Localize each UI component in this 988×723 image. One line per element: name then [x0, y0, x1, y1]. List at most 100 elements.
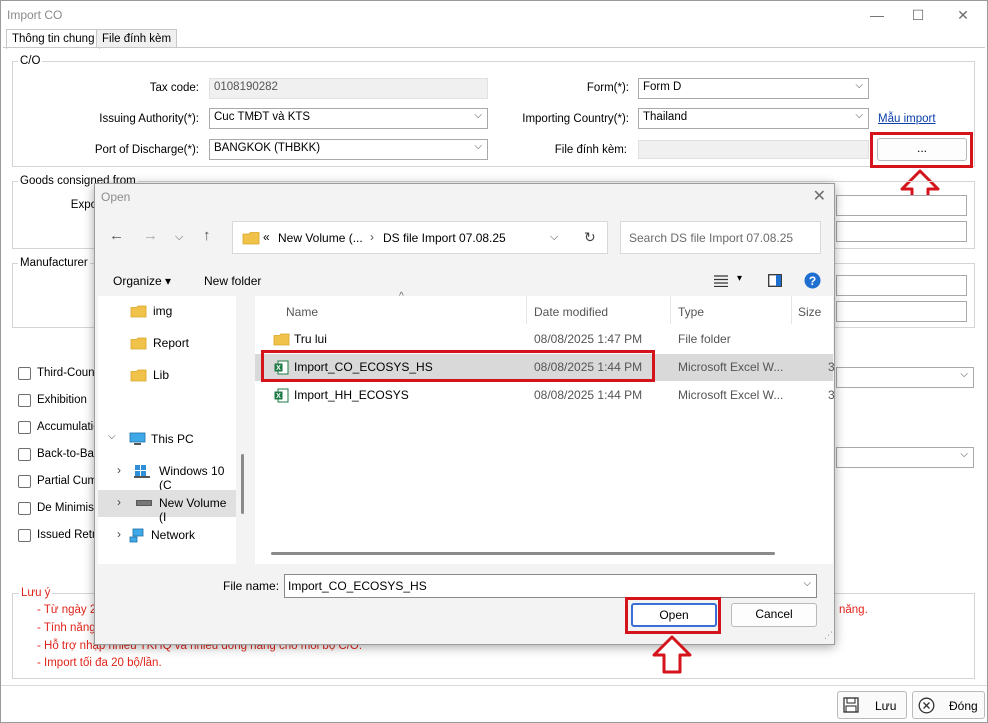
issuing-authority-value: Cuc TMĐT và KTS [214, 111, 311, 123]
note-line-1-tail: năng. [839, 604, 868, 616]
file-type: File folder [678, 332, 731, 346]
checkbox-exhibition[interactable] [18, 394, 31, 407]
note-line-4: - Import tối đa 20 bộ/lần. [37, 657, 162, 669]
importing-country-label: Importing Country(*): [522, 113, 629, 125]
breadcrumb-current-folder[interactable]: DS file Import 07.08.25 [383, 231, 506, 245]
tab-attachments[interactable]: File đính kèm [96, 29, 178, 48]
checkbox-issued-retro[interactable] [18, 529, 31, 542]
nav-item-network[interactable]: › Network [98, 522, 236, 549]
horizontal-scrollbar[interactable] [271, 552, 775, 555]
dialog-toolbar: Organize ▾ New folder ▾ ? [95, 268, 834, 295]
folder-icon [130, 369, 147, 382]
column-name[interactable]: Name [286, 305, 318, 319]
importing-country-value: Thailand [643, 111, 688, 123]
close-button[interactable]: ✕ [948, 5, 978, 25]
navigation-pane: img Report Lib ⌵ This PC › Windows 10 (C… [98, 296, 236, 564]
nav-item-label: Network [151, 528, 196, 542]
address-dropdown-icon[interactable]: ⌵ [550, 231, 558, 244]
file-type: Microsoft Excel W... [678, 388, 784, 402]
checkbox-accumulation[interactable] [18, 421, 31, 434]
refresh-icon[interactable]: ↻ [584, 229, 596, 246]
chevron-down-icon: ⌵ [960, 449, 968, 460]
nav-item-report[interactable]: Report [98, 330, 236, 357]
maximize-button[interactable]: ☐ [903, 5, 933, 25]
manufacturer-field-2[interactable] [836, 301, 967, 322]
file-size: 3 [828, 360, 835, 374]
help-icon[interactable]: ? [804, 272, 821, 289]
save-label: Lưu [875, 699, 897, 713]
address-bar[interactable]: « New Volume (... › DS file Import 07.08… [232, 221, 608, 254]
search-input[interactable]: Search DS file Import 07.08.25 [620, 221, 821, 254]
issuing-authority-label: Issuing Authority(*): [99, 113, 199, 125]
up-folder-icon[interactable]: ↑ [203, 227, 211, 244]
form-label: Form(*): [586, 82, 629, 94]
preview-pane-icon[interactable] [768, 274, 782, 287]
right-select-1[interactable]: ⌵ [836, 367, 974, 388]
breadcrumb-separator-icon: › [370, 230, 374, 244]
open-file-dialog: Open ✕ ← → ⌵ ↑ « New Volume (... › DS fi… [94, 183, 835, 645]
goods-field-2[interactable] [836, 221, 967, 242]
file-date: 08/08/2025 1:47 PM [534, 332, 643, 346]
tab-general-info[interactable]: Thông tin chung [6, 29, 101, 49]
column-size[interactable]: Size [798, 305, 821, 319]
form-select[interactable]: Form D ⌵ [638, 78, 869, 99]
nav-item-this-pc[interactable]: ⌵ This PC [98, 426, 236, 453]
import-template-link[interactable]: Mẫu import [878, 113, 936, 125]
checkbox-partial-cumulation[interactable] [18, 475, 31, 488]
column-type[interactable]: Type [678, 305, 704, 319]
svg-text:X: X [276, 393, 281, 400]
port-of-discharge-label: Port of Discharge(*): [94, 144, 199, 156]
column-date-modified[interactable]: Date modified [534, 305, 608, 319]
manufacturer-field-1[interactable] [836, 275, 967, 296]
new-folder-button[interactable]: New folder [204, 274, 261, 288]
sort-ascending-icon: ^ [399, 291, 404, 302]
organize-button[interactable]: Organize ▾ [113, 274, 171, 288]
view-dropdown-icon[interactable]: ▾ [737, 273, 742, 284]
view-list-icon[interactable] [714, 275, 728, 287]
attachment-path-field [638, 140, 869, 159]
nav-scrollbar[interactable] [241, 454, 244, 514]
nav-item-new-volume[interactable]: › New Volume (I [98, 490, 236, 524]
minimize-button[interactable]: — [862, 5, 892, 25]
checkbox-de-minimis[interactable] [18, 502, 31, 515]
file-name-input[interactable]: Import_CO_ECOSYS_HS ⌵ [284, 574, 817, 598]
svg-text:?: ? [809, 274, 816, 288]
checkbox-back-to-back[interactable] [18, 448, 31, 461]
resize-grip-icon[interactable]: ⋰ [824, 630, 833, 641]
issued-retro-label: Issued Retro [37, 529, 103, 541]
nav-item-windows-drive[interactable]: › Windows 10 (C [98, 458, 236, 492]
excel-icon: X [274, 388, 289, 403]
nav-item-lib[interactable]: Lib [98, 362, 236, 389]
attachment-label: File đính kèm: [554, 144, 627, 156]
exhibition-label: Exhibition [37, 394, 87, 406]
chevron-down-icon: ⌵ [803, 578, 811, 589]
chevron-right-icon: › [117, 495, 121, 509]
note-line-1: - Từ ngày 26 [37, 604, 103, 616]
file-row[interactable]: X Import_HH_ECOSYS 08/08/2025 1:44 PM Mi… [255, 382, 835, 409]
dialog-close-button[interactable]: ✕ [813, 186, 826, 206]
chevron-right-icon: › [117, 527, 121, 541]
goods-field-1[interactable] [836, 195, 967, 216]
right-select-2[interactable]: ⌵ [836, 447, 974, 468]
cancel-button[interactable]: Cancel [731, 603, 817, 627]
port-of-discharge-select[interactable]: BANGKOK (THBKK) ⌵ [209, 139, 488, 160]
chevron-down-icon: ⌵ [108, 431, 116, 442]
chevron-down-icon: ⌵ [855, 80, 863, 91]
importing-country-select[interactable]: Thailand ⌵ [638, 108, 869, 129]
chevron-down-icon: ⌵ [855, 110, 863, 121]
folder-icon [130, 305, 147, 318]
issuing-authority-select[interactable]: Cuc TMĐT và KTS ⌵ [209, 108, 488, 129]
forward-arrow-icon[interactable]: → [143, 227, 158, 244]
nav-item-label: Lib [153, 368, 170, 382]
recent-dropdown-icon[interactable]: ⌵ [175, 231, 183, 244]
nav-item-label: New Volume (I [159, 496, 227, 524]
save-button[interactable]: Lưu [837, 691, 907, 719]
form-value: Form D [643, 81, 682, 93]
breadcrumb-new-volume[interactable]: New Volume (... [278, 231, 363, 245]
back-arrow-icon[interactable]: ← [109, 227, 124, 244]
close-form-button[interactable]: Đóng [912, 691, 985, 719]
nav-item-img[interactable]: img [98, 298, 236, 325]
file-row[interactable]: Tru lui 08/08/2025 1:47 PM File folder [255, 326, 833, 353]
checkbox-third-country[interactable] [18, 367, 31, 380]
exporter-label: Expo [70, 199, 97, 211]
